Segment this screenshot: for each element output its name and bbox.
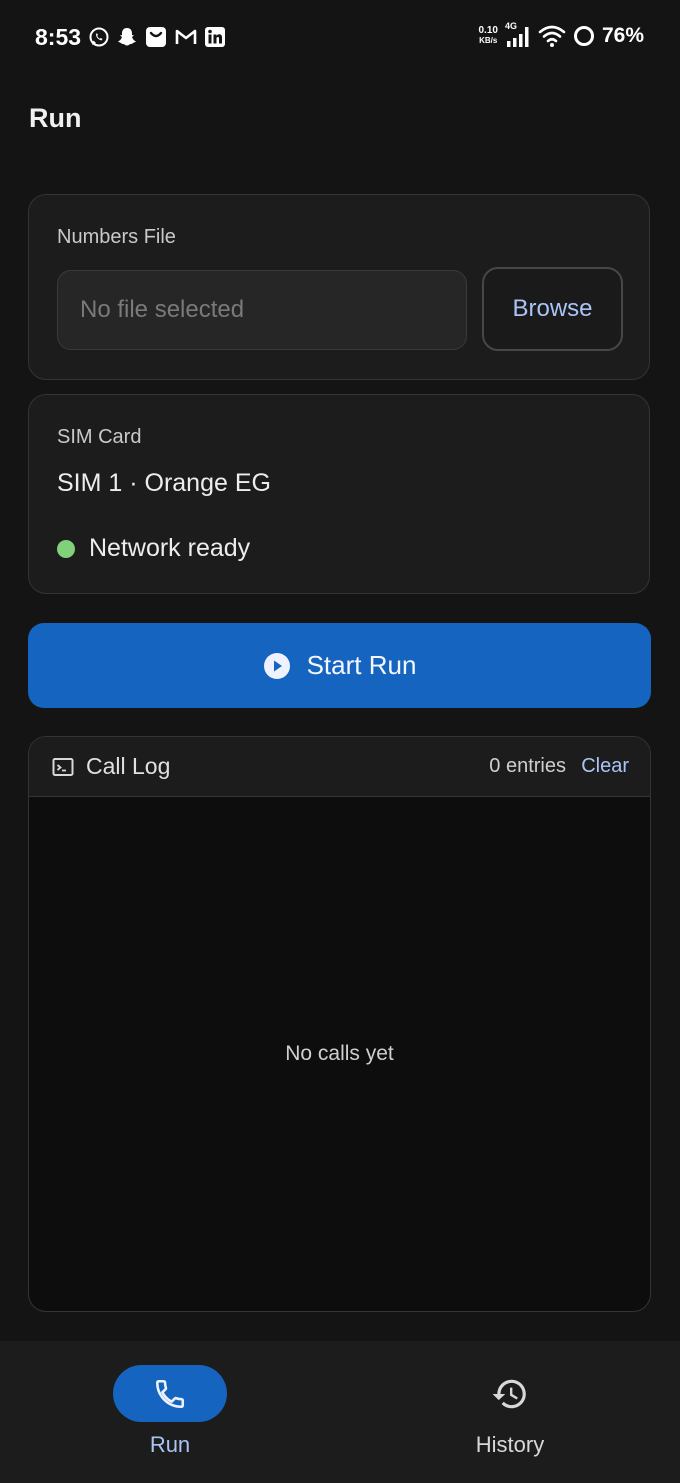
gmail-icon (175, 29, 197, 44)
network-speed-unit: KB/s (479, 36, 498, 45)
clear-log-button[interactable]: Clear (581, 755, 629, 778)
file-path-input[interactable] (57, 270, 467, 350)
network-status: Network ready (57, 534, 250, 563)
call-log-count: 0 entries (489, 755, 566, 777)
terminal-icon (52, 757, 74, 776)
nav-item-run[interactable]: Run (0, 1341, 340, 1483)
battery-percentage: 76% (601, 24, 644, 47)
start-run-button[interactable]: Start Run (28, 623, 651, 708)
nav-item-history[interactable]: History (340, 1341, 680, 1483)
shopping-bag-icon (146, 27, 166, 47)
numbers-file-label: Numbers File (57, 226, 176, 248)
network-speed-value: 0.10 (478, 25, 498, 36)
nav-active-indicator (113, 1365, 227, 1422)
history-icon (492, 1379, 526, 1408)
status-time: 8:53 (35, 24, 82, 50)
linkedin-icon (205, 27, 225, 47)
nav-label-run: Run (149, 1432, 191, 1457)
status-right: 0.10 KB/s 4G 76% (479, 21, 644, 48)
sim-card-label: SIM Card (57, 426, 142, 448)
whatsapp-icon (89, 27, 109, 47)
wifi-icon (538, 25, 566, 47)
status-bar: 8:53 0.10 KB/s 4G 76% (0, 0, 680, 76)
nav-history-icon-wrap (453, 1365, 567, 1422)
battery-ring-icon (573, 26, 594, 46)
browse-button[interactable]: Browse (482, 267, 623, 351)
play-circle-icon (263, 652, 290, 679)
sim-card-value: SIM 1 · Orange EG (57, 469, 271, 497)
network-speed: 0.10 KB/s (479, 26, 498, 46)
network-status-text: Network ready (89, 534, 251, 562)
notification-icons (88, 25, 226, 49)
numbers-file-card: Numbers File Browse (28, 194, 650, 380)
call-log-header: Call Log 0 entries Clear (29, 737, 650, 797)
call-log-title: Call Log (86, 753, 171, 779)
sim-card-panel[interactable]: SIM Card SIM 1 · Orange EG Network ready (28, 394, 650, 594)
call-log-panel: Call Log 0 entries Clear No calls yet (28, 736, 651, 1312)
call-log-title-group: Call Log (52, 753, 170, 780)
nav-label-history: History (475, 1432, 545, 1457)
signal-block: 4G (505, 21, 531, 48)
phone-icon (155, 1379, 185, 1408)
bottom-navigation: Run History (0, 1341, 680, 1483)
page-title: Run (29, 103, 82, 133)
start-run-label: Start Run (306, 650, 417, 680)
signal-icon (506, 27, 529, 47)
status-dot (57, 539, 75, 558)
call-log-empty-text: No calls yet (285, 1042, 394, 1065)
snapchat-icon (118, 28, 136, 46)
